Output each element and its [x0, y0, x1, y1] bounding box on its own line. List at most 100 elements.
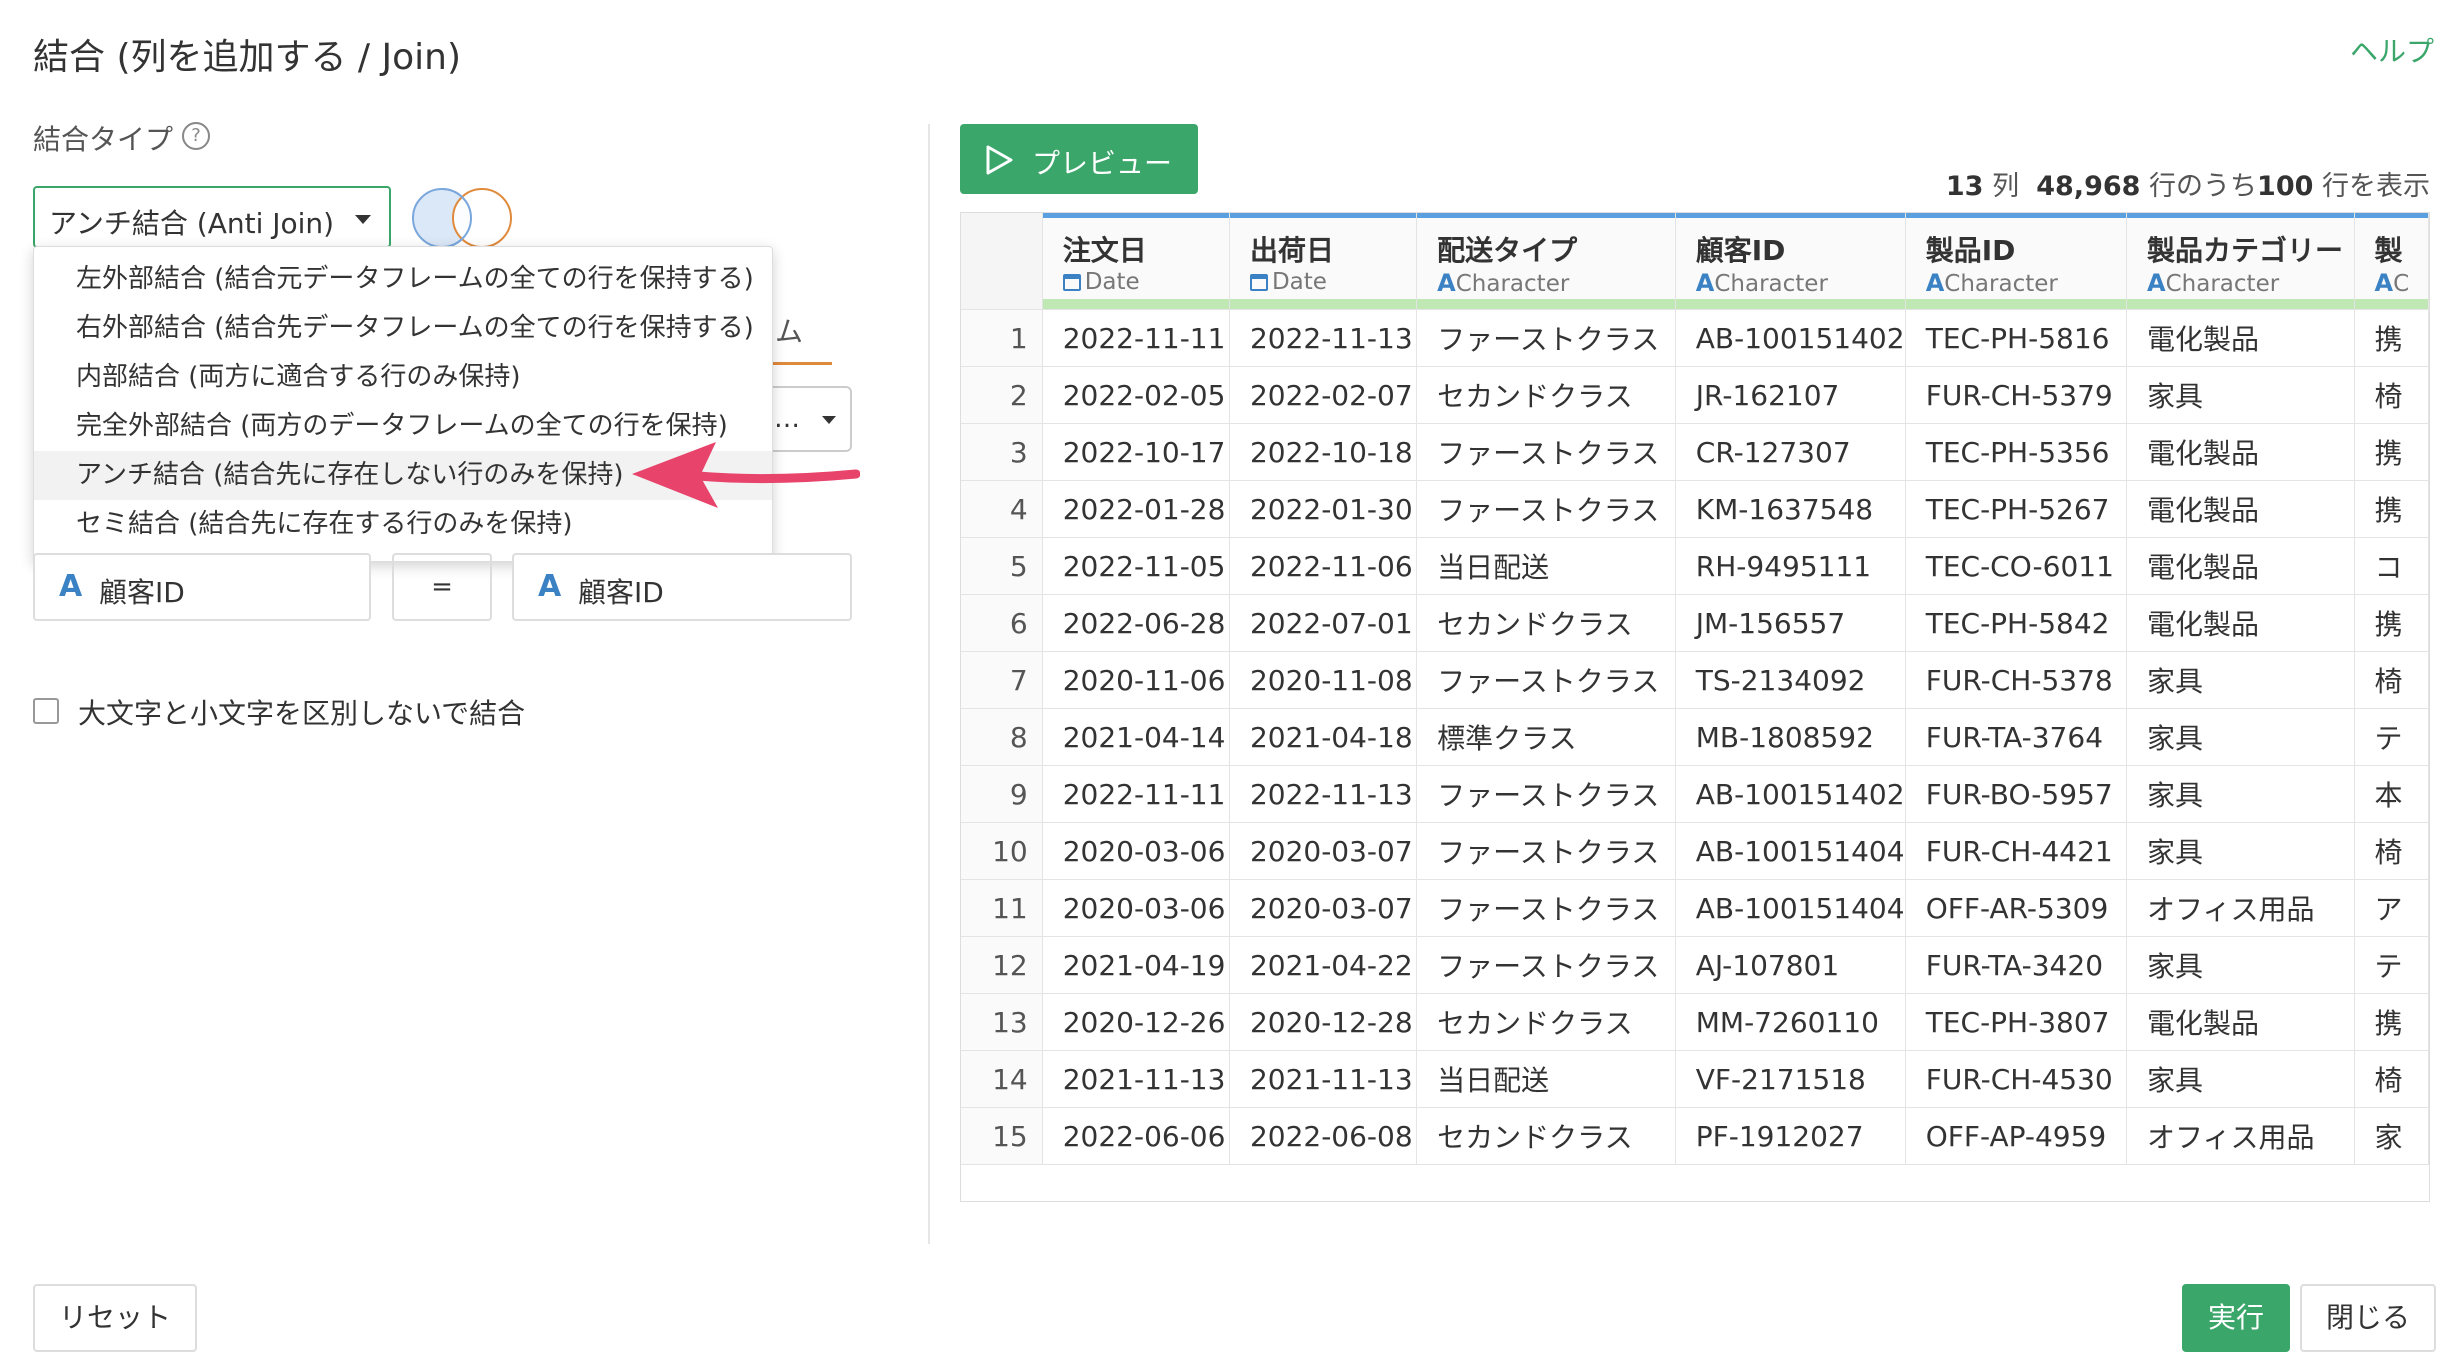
- column-type: ACharacter: [2147, 269, 2279, 297]
- table-cell: FUR-CH-5378: [1905, 651, 2128, 709]
- table-cell: 2022-11-13: [1229, 309, 1418, 367]
- row-number: 14: [961, 1050, 1043, 1108]
- table-cell: オフィス用品: [2126, 1107, 2355, 1165]
- table-cell: 椅: [2354, 366, 2429, 424]
- table-cell: セカンドクラス: [1416, 366, 1676, 424]
- key-operator[interactable]: =: [392, 553, 492, 621]
- column-header[interactable]: 製品ID ACharacter: [1905, 213, 2128, 310]
- run-button[interactable]: 実行: [2182, 1284, 2290, 1352]
- table-cell: CR-127307: [1675, 423, 1906, 481]
- table-cell: 家具: [2126, 651, 2355, 709]
- table-cell: 携: [2354, 423, 2429, 481]
- join-option-inner[interactable]: 内部結合 (両方に適合する行のみ保持): [34, 353, 772, 402]
- column-header[interactable]: 顧客ID ACharacter: [1675, 213, 1906, 310]
- column-quality-bar: [1417, 299, 1675, 309]
- table-cell: 2022-11-11: [1042, 309, 1230, 367]
- column-header[interactable]: 注文日 Date: [1042, 213, 1230, 310]
- table-cell: 2020-11-08: [1229, 651, 1418, 709]
- row-number: 2: [961, 366, 1043, 424]
- select-value-partial: …: [774, 404, 800, 434]
- table-cell: VF-2171518: [1675, 1050, 1906, 1108]
- table-cell: FUR-TA-3420: [1905, 936, 2128, 994]
- table-cell: セカンドクラス: [1416, 594, 1676, 652]
- table-cell: 電化製品: [2126, 309, 2355, 367]
- row-number-header: [961, 213, 1043, 310]
- table-cell: 家具: [2126, 708, 2355, 766]
- join-option-right-outer[interactable]: 右外部結合 (結合先データフレームの全ての行を保持する): [34, 304, 772, 353]
- table-row: 4 2022-01-28 2022-01-30 ファーストクラス KM-1637548 T…: [961, 480, 2429, 538]
- row-number: 8: [961, 708, 1043, 766]
- table-cell: 電化製品: [2126, 594, 2355, 652]
- rows-mid-text: 行のうち: [2149, 171, 2258, 202]
- play-icon: [986, 145, 1013, 175]
- column-name: 出荷日: [1249, 234, 1334, 267]
- column-header[interactable]: 出荷日 Date: [1229, 213, 1418, 310]
- table-row: 7 2020-11-06 2020-11-08 ファーストクラス TS-2134092 F…: [961, 651, 2429, 709]
- table-cell: ファーストクラス: [1416, 423, 1676, 481]
- column-name: 製品ID: [1925, 234, 2016, 267]
- tab-label-partial[interactable]: ム: [775, 310, 803, 350]
- preview-button-label: プレビュー: [1032, 147, 1173, 180]
- preview-button[interactable]: プレビュー: [960, 124, 1198, 194]
- table-cell: テ: [2354, 708, 2429, 766]
- help-link[interactable]: ヘルプ: [2350, 30, 2434, 70]
- table-row: 9 2022-11-11 2022-11-13 ファーストクラス AB-10015140…: [961, 765, 2429, 823]
- column-header[interactable]: 製品カテゴリー ACharacter: [2126, 213, 2355, 310]
- column-header-bar: [1042, 213, 1229, 218]
- column-header-bar: [1905, 213, 2126, 218]
- table-cell: 2020-03-07: [1229, 822, 1418, 880]
- right-key-select[interactable]: A 顧客ID: [512, 553, 852, 621]
- total-rows: 48,968: [2036, 171, 2141, 202]
- column-type-label: C: [2393, 271, 2410, 297]
- chevron-down-icon: [822, 416, 836, 424]
- column-name: 製品カテゴリー: [2147, 234, 2344, 267]
- table-cell: 2022-10-18: [1229, 423, 1418, 481]
- table-cell: 2020-03-06: [1042, 822, 1230, 880]
- preview-data-grid[interactable]: 注文日 Date 出荷日 Date 配送タイプ ACharacter 顧客ID ACharac…: [960, 212, 2430, 1202]
- join-type-select[interactable]: アンチ結合 (Anti Join): [33, 186, 391, 248]
- table-cell: KM-1637548: [1675, 480, 1906, 538]
- right-key-value: 顧客ID: [578, 576, 664, 609]
- table-cell: AB-100151402: [1675, 765, 1906, 823]
- row-number: 1: [961, 309, 1043, 367]
- column-type-label: Character: [2165, 271, 2280, 297]
- table-cell: 椅: [2354, 822, 2429, 880]
- table-cell: OFF-AR-5309: [1905, 879, 2128, 937]
- join-option-left-outer[interactable]: 左外部結合 (結合元データフレームの全ての行を保持する): [34, 255, 772, 304]
- question-circle-icon[interactable]: ?: [182, 122, 210, 150]
- column-type-label: Date: [1084, 269, 1140, 295]
- table-cell: FUR-CH-5379: [1905, 366, 2128, 424]
- table-cell: TEC-PH-3807: [1905, 993, 2128, 1051]
- table-cell: 2021-11-13: [1229, 1050, 1418, 1108]
- table-cell: 2020-03-06: [1042, 879, 1230, 937]
- table-row: 8 2021-04-14 2021-04-18 標準クラス MB-1808592 FUR-…: [961, 708, 2429, 766]
- table-cell: MB-1808592: [1675, 708, 1906, 766]
- row-number: 5: [961, 537, 1043, 595]
- row-summary: 13 列 48,968 行のうち100 行を表示: [1946, 164, 2430, 203]
- row-number: 3: [961, 423, 1043, 481]
- column-type: Date: [1249, 269, 1327, 295]
- column-header[interactable]: 配送タイプ ACharacter: [1416, 213, 1676, 310]
- table-cell: 2020-03-07: [1229, 879, 1418, 937]
- character-type-icon: A: [59, 569, 83, 604]
- table-cell: 2022-06-06: [1042, 1107, 1230, 1165]
- column-type: ACharacter: [1437, 269, 1569, 297]
- table-cell: 2022-11-05: [1042, 537, 1230, 595]
- table-cell: ア: [2354, 879, 2429, 937]
- table-cell: TEC-PH-5267: [1905, 480, 2128, 538]
- table-cell: ファーストクラス: [1416, 480, 1676, 538]
- table-cell: 携: [2354, 594, 2429, 652]
- case-insensitive-label[interactable]: 大文字と小文字を区別しないで結合: [78, 692, 525, 732]
- table-row: 1 2022-11-11 2022-11-13 ファーストクラス AB-10015140…: [961, 309, 2429, 367]
- case-insensitive-checkbox[interactable]: [33, 698, 59, 724]
- table-cell: PF-1912027: [1675, 1107, 1906, 1165]
- character-type-icon: A: [1925, 269, 1945, 297]
- column-header[interactable]: 製 AC: [2354, 213, 2429, 310]
- table-cell: 2022-10-17: [1042, 423, 1230, 481]
- table-cell: 家具: [2126, 936, 2355, 994]
- column-header-bar: [1417, 213, 1675, 218]
- column-header-bar: [1675, 213, 1905, 218]
- reset-button[interactable]: リセット: [33, 1284, 197, 1352]
- left-key-select[interactable]: A 顧客ID: [33, 553, 371, 621]
- close-button[interactable]: 閉じる: [2300, 1284, 2436, 1352]
